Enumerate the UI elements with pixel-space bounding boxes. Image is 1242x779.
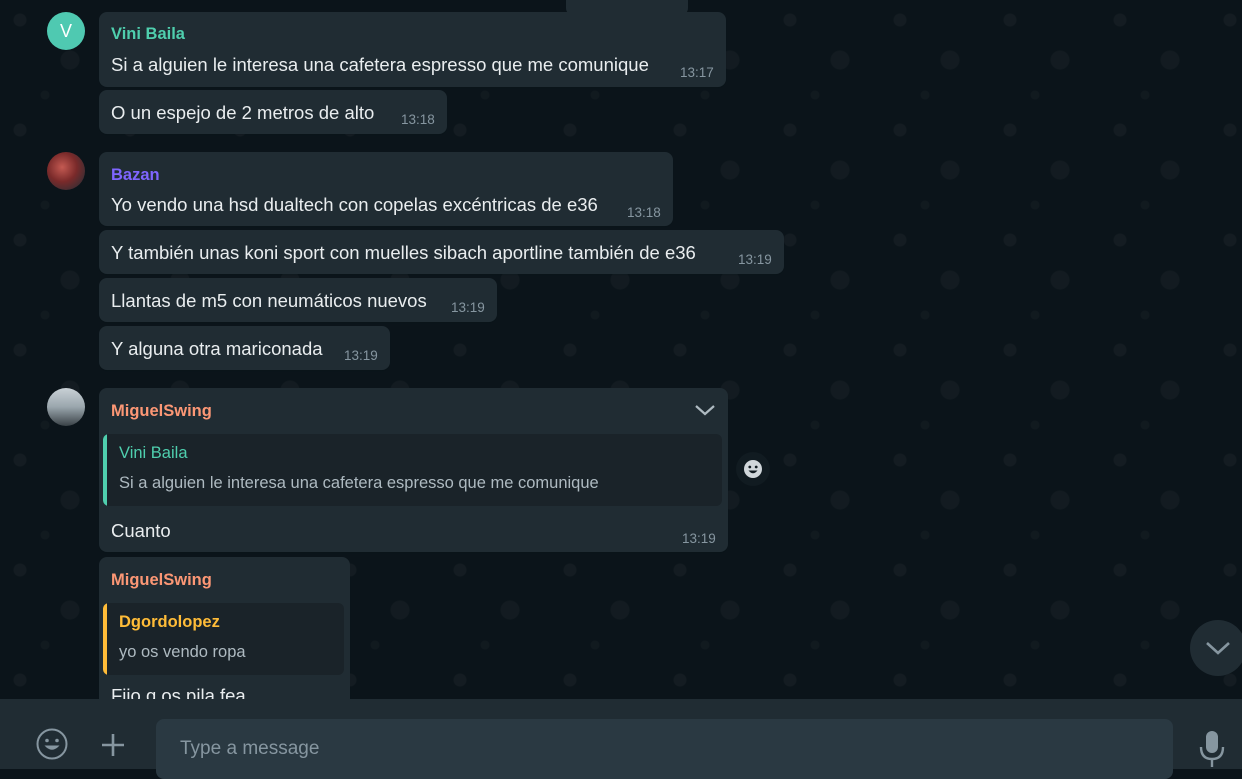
quote-accent-bar (103, 603, 107, 675)
composer-bar (0, 699, 1242, 779)
mic-icon[interactable] (1198, 729, 1226, 774)
message-time: 13:18 (401, 112, 435, 127)
message-text: Yo vendo una hsd dualtech con copelas ex… (111, 194, 598, 215)
reaction-emoji-icon[interactable] (736, 452, 770, 486)
quoted-message[interactable]: Vini Baila Si a alguien le interesa una … (103, 434, 722, 506)
message-bubble[interactable]: Vini Baila Si a alguien le interesa una … (99, 12, 726, 87)
sender-name[interactable]: Vini Baila (111, 25, 185, 44)
message-time: 13:19 (451, 300, 485, 315)
message-text: Cuanto (111, 520, 171, 541)
message-input[interactable] (178, 733, 1142, 765)
message-bubble[interactable]: Llantas de m5 con neumáticos nuevos 13:1… (99, 278, 497, 322)
sender-name[interactable]: Bazan (111, 166, 160, 185)
chevron-down-icon[interactable] (693, 402, 717, 423)
chat-panel: V Vini Baila Si a alguien le interesa un… (0, 0, 1242, 699)
avatar-vini-baila[interactable]: V (47, 12, 85, 50)
avatar-letter: V (59, 21, 72, 41)
avatar-bazan[interactable] (47, 152, 85, 190)
message-text: O un espejo de 2 metros de alto (111, 102, 375, 123)
quoted-message[interactable]: Dgordolopez yo os vendo ropa (103, 603, 344, 675)
scroll-down-icon[interactable] (1190, 620, 1242, 676)
quoted-text: Si a alguien le interesa una cafetera es… (119, 474, 599, 492)
message-text: Y también unas koni sport con muelles si… (111, 242, 696, 263)
message-time: 13:19 (344, 348, 378, 363)
avatar-miguelswing[interactable] (47, 388, 85, 426)
quote-accent-bar (103, 434, 107, 506)
message-bubble[interactable]: MiguelSwing Vini Baila Si a alguien le i… (99, 388, 728, 552)
quoted-sender: Vini Baila (119, 444, 188, 462)
quoted-sender: Dgordolopez (119, 613, 220, 631)
emoji-icon[interactable] (35, 727, 69, 766)
plus-icon[interactable] (100, 732, 126, 763)
message-text: Llantas de m5 con neumáticos nuevos (111, 290, 427, 311)
message-bubble[interactable]: Y alguna otra mariconada 13:19 (99, 326, 390, 370)
message-text: Fijo q os pila fea (111, 685, 246, 699)
message-bubble[interactable]: MiguelSwing Dgordolopez yo os vendo ropa… (99, 557, 350, 699)
message-time: 13:19 (682, 531, 716, 546)
quoted-text: yo os vendo ropa (119, 643, 246, 661)
message-time: 13:19 (738, 252, 772, 267)
message-text: Y alguna otra mariconada (111, 338, 323, 359)
message-bubble[interactable]: O un espejo de 2 metros de alto 13:18 (99, 90, 447, 134)
message-time: 13:17 (680, 65, 714, 80)
message-bubble[interactable]: Bazan Yo vendo una hsd dualtech con cope… (99, 152, 673, 226)
message-bubble[interactable]: Y también unas koni sport con muelles si… (99, 230, 784, 274)
message-text: Si a alguien le interesa una cafetera es… (111, 54, 649, 75)
message-time: 13:18 (627, 205, 661, 220)
sender-name[interactable]: MiguelSwing (111, 402, 212, 421)
message-input-box[interactable] (156, 719, 1173, 779)
sender-name[interactable]: MiguelSwing (111, 571, 212, 590)
